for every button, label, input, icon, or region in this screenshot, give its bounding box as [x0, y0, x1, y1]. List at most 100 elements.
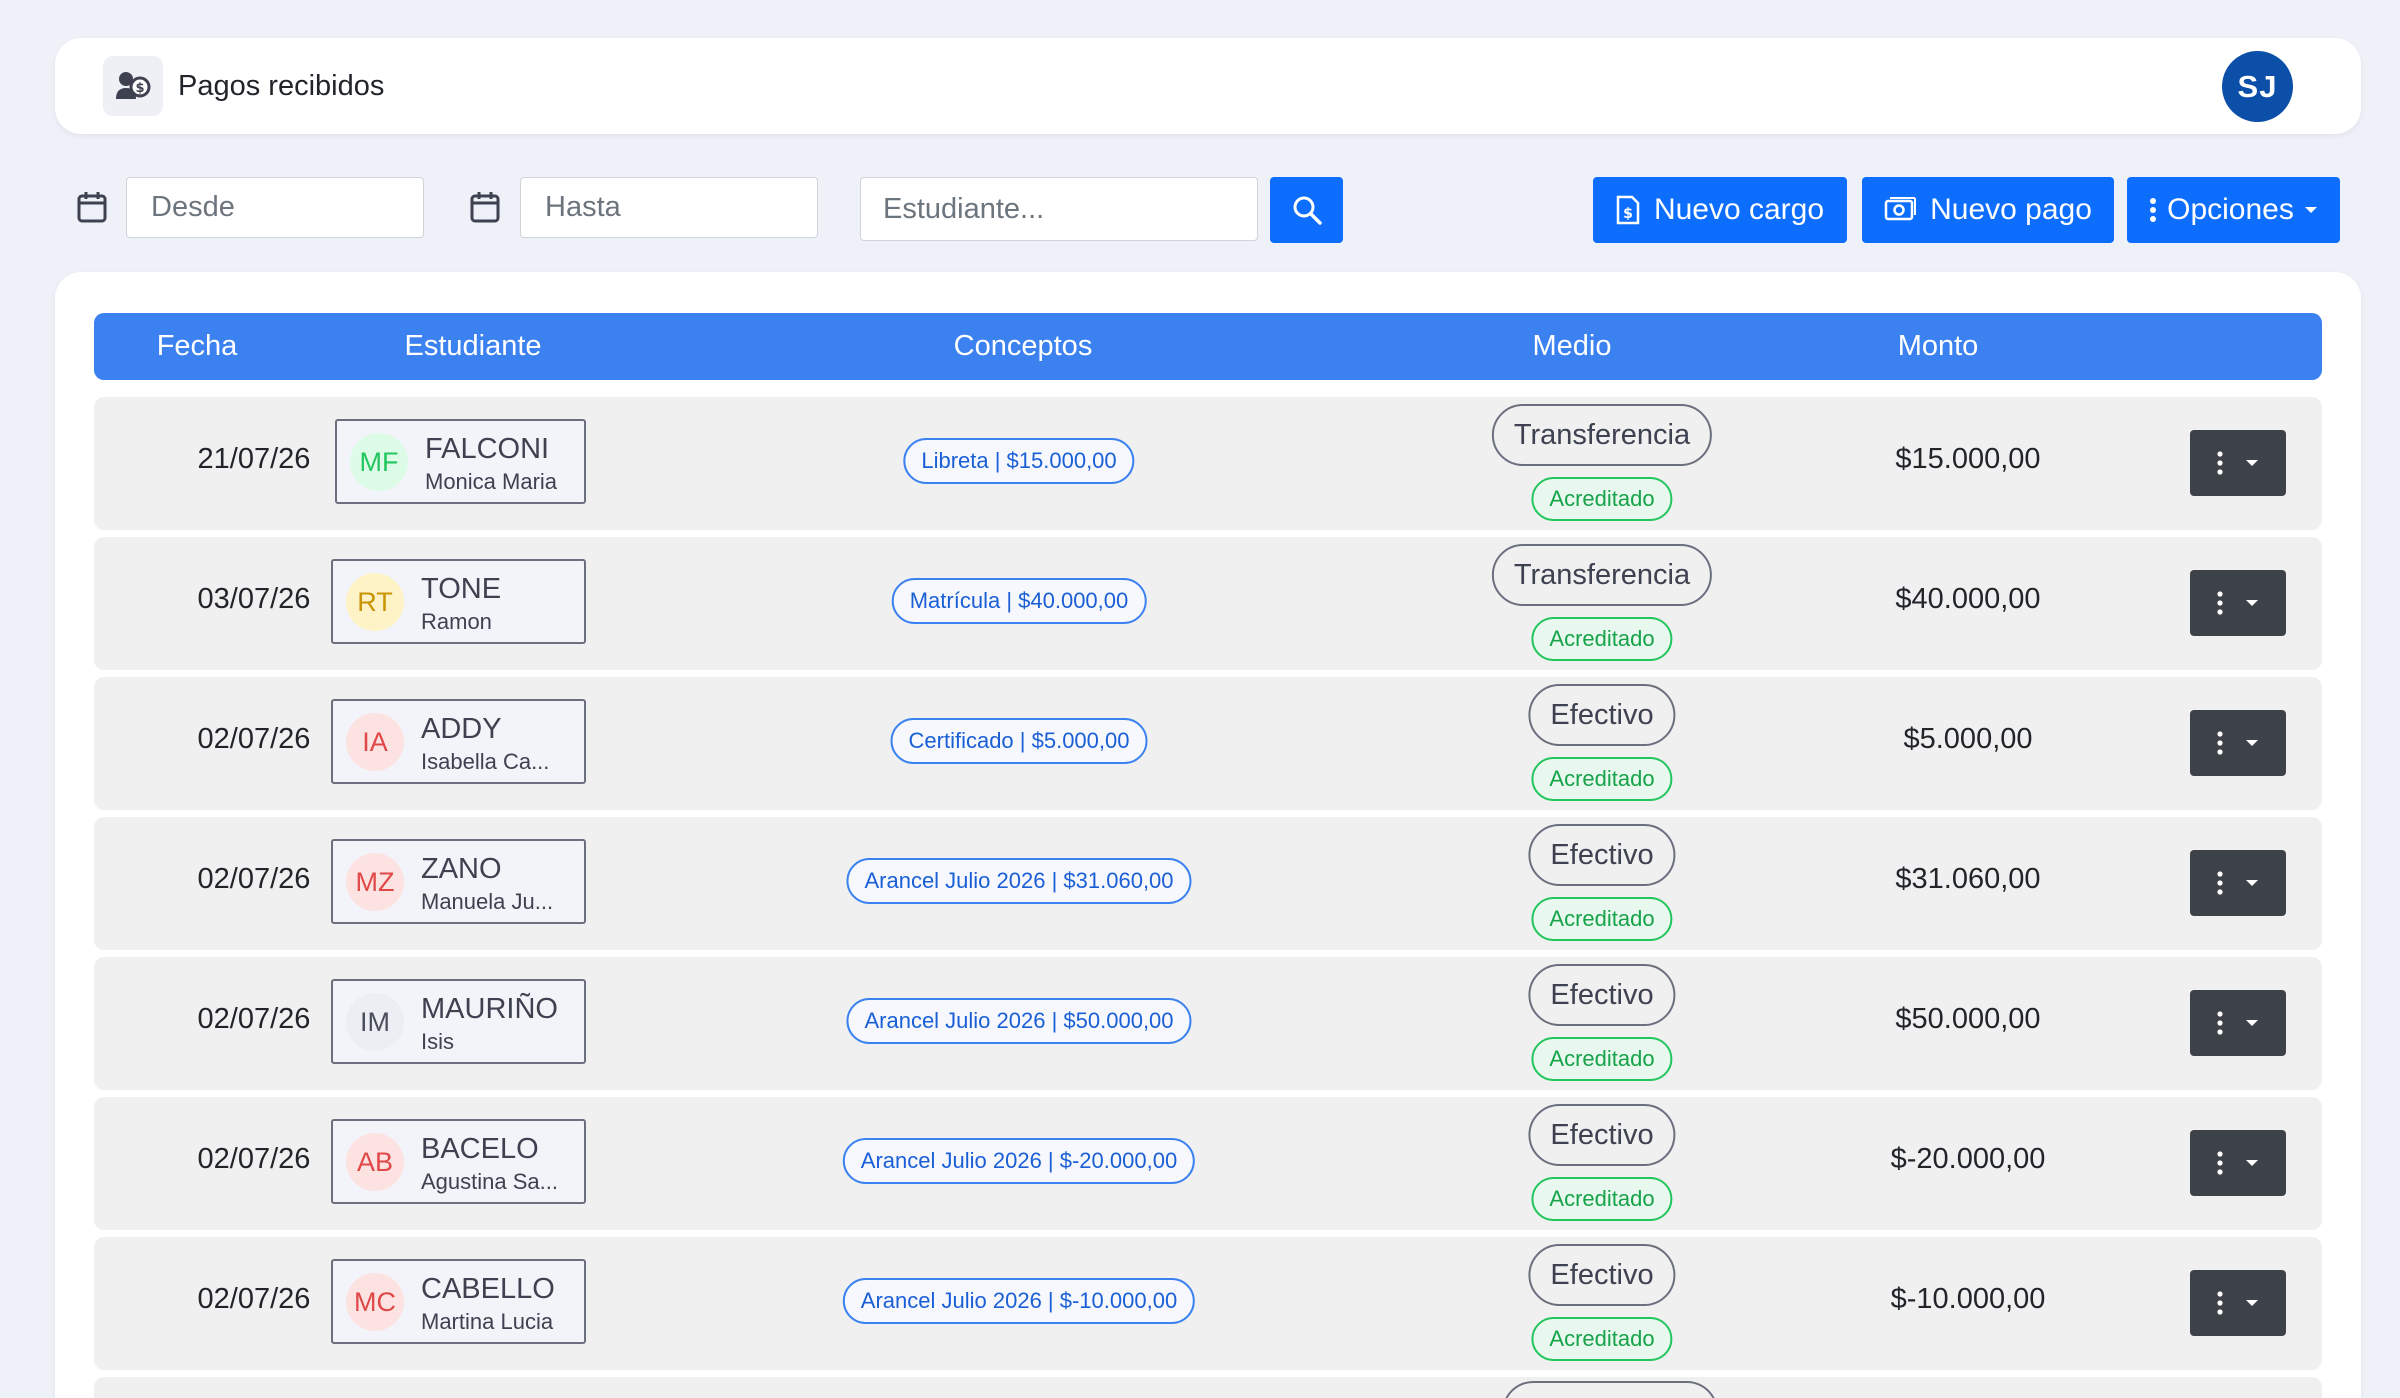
status-badge: Acreditado — [1531, 1177, 1673, 1221]
vertical-dots-icon — [2150, 198, 2157, 222]
page-title: Pagos recibidos — [178, 70, 385, 102]
row-actions-button[interactable] — [2190, 1130, 2286, 1196]
caret-down-icon — [2246, 1019, 2258, 1026]
student-first-name: Ramon — [421, 609, 492, 634]
student-first-name: Isis — [421, 1029, 454, 1054]
concept-badge[interactable]: Certificado | $5.000,00 — [890, 718, 1148, 764]
student-chip[interactable]: AB BACELO Agustina Sa... — [331, 1119, 586, 1204]
column-header-medio[interactable]: Medio — [1533, 313, 1612, 380]
caret-down-icon — [2246, 739, 2258, 746]
calendar-icon — [77, 192, 107, 223]
student-chip[interactable]: RT TONE Ramon — [331, 559, 586, 644]
student-last-name: FALCONI — [425, 433, 550, 465]
table-row[interactable]: 02/07/26 AB BACELO Agustina Sa... Arance… — [94, 1097, 2322, 1230]
new-charge-label: Nuevo cargo — [1653, 193, 1825, 226]
concept-badge[interactable]: Arancel Julio 2026 | $-10.000,00 — [842, 1278, 1196, 1324]
row-actions-button[interactable] — [2190, 850, 2286, 916]
caret-down-icon — [2246, 459, 2258, 466]
header-bar: $ Pagos recibidos SJ — [55, 38, 2361, 134]
svg-text:$: $ — [1623, 206, 1633, 222]
student-initials: IA — [346, 713, 404, 771]
payment-date: 02/07/26 — [197, 1283, 311, 1315]
concept-badge[interactable]: Matrícula | $40.000,00 — [891, 578, 1147, 624]
student-last-name: BACELO — [421, 1133, 539, 1165]
caret-down-icon — [2246, 599, 2258, 606]
student-chip[interactable]: IM MAURIÑO Isis — [331, 979, 586, 1064]
row-actions-button[interactable] — [2190, 430, 2286, 496]
table-row[interactable]: 02/07/26 IM MAURIÑO Isis Arancel Julio 2… — [94, 957, 2322, 1090]
user-avatar[interactable]: SJ — [2222, 51, 2293, 122]
date-from-input[interactable] — [126, 177, 424, 238]
student-chip[interactable]: MZ ZANO Manuela Ju... — [331, 839, 586, 924]
table-row[interactable]: 02/07/26 MZ ZANO Manuela Ju... Arancel J… — [94, 817, 2322, 950]
caret-down-icon — [2304, 207, 2317, 213]
student-initials: IM — [346, 993, 404, 1051]
payment-method-badge — [1502, 1381, 1718, 1398]
concept-badge[interactable]: Arancel Julio 2026 | $-20.000,00 — [842, 1138, 1196, 1184]
payment-method-badge: Efectivo — [1528, 684, 1676, 746]
caret-down-icon — [2246, 879, 2258, 886]
new-payment-button[interactable]: Nuevo pago — [1862, 177, 2114, 243]
student-chip[interactable]: IA ADDY Isabella Ca... — [331, 699, 586, 784]
svg-text:$: $ — [135, 81, 144, 96]
concept-badge[interactable]: Libreta | $15.000,00 — [903, 438, 1135, 484]
payment-amount: $40.000,00 — [1895, 583, 2041, 615]
caret-down-icon — [2246, 1159, 2258, 1166]
row-actions-button[interactable] — [2190, 990, 2286, 1056]
status-badge: Acreditado — [1531, 757, 1673, 801]
student-last-name: MAURIÑO — [421, 993, 558, 1025]
payment-method-badge: Efectivo — [1528, 964, 1676, 1026]
status-badge: Acreditado — [1531, 1037, 1673, 1081]
student-first-name: Martina Lucia — [421, 1309, 554, 1334]
column-header-fecha[interactable]: Fecha — [157, 313, 238, 380]
table-header: Fecha Estudiante Conceptos Medio Monto — [94, 313, 2322, 380]
invoice-icon: $ — [1616, 195, 1640, 225]
new-charge-button[interactable]: $ Nuevo cargo — [1593, 177, 1847, 243]
vertical-dots-icon — [2217, 731, 2223, 755]
column-header-estudiante[interactable]: Estudiante — [404, 313, 541, 380]
caret-down-icon — [2246, 1299, 2258, 1306]
options-dropdown-button[interactable]: Opciones — [2127, 177, 2340, 243]
row-actions-button[interactable] — [2190, 710, 2286, 776]
payment-date: 02/07/26 — [197, 1003, 311, 1035]
student-initials: MZ — [346, 853, 404, 911]
payment-amount: $50.000,00 — [1895, 1003, 2041, 1035]
payment-method-badge: Efectivo — [1528, 1104, 1676, 1166]
concept-badge[interactable]: Arancel Julio 2026 | $50.000,00 — [846, 998, 1192, 1044]
vertical-dots-icon — [2217, 1151, 2223, 1175]
student-chip[interactable]: MF FALCONI Monica Maria — [335, 419, 586, 504]
payment-date: 02/07/26 — [197, 723, 311, 755]
payments-table-card: Fecha Estudiante Conceptos Medio Monto 2… — [55, 272, 2361, 1398]
row-actions-button[interactable] — [2190, 570, 2286, 636]
concept-badge[interactable]: Arancel Julio 2026 | $31.060,00 — [846, 858, 1192, 904]
search-icon — [1293, 196, 1322, 225]
payments-icon: $ — [103, 56, 163, 116]
new-payment-label: Nuevo pago — [1930, 193, 2092, 226]
student-search-input[interactable] — [860, 177, 1258, 241]
column-header-monto[interactable]: Monto — [1898, 313, 1979, 380]
status-badge: Acreditado — [1531, 477, 1673, 521]
vertical-dots-icon — [2217, 451, 2223, 475]
payment-date: 02/07/26 — [197, 863, 311, 895]
table-row[interactable]: 02/07/26 MC CABELLO Martina Lucia Arance… — [94, 1237, 2322, 1370]
payment-method-badge: Efectivo — [1528, 1244, 1676, 1306]
payment-amount: $5.000,00 — [1903, 723, 2033, 755]
column-header-conceptos[interactable]: Conceptos — [954, 313, 1093, 380]
table-row[interactable] — [94, 1377, 2322, 1398]
vertical-dots-icon — [2217, 871, 2223, 895]
table-row[interactable]: 02/07/26 IA ADDY Isabella Ca... Certific… — [94, 677, 2322, 810]
search-button[interactable] — [1270, 177, 1343, 243]
date-to-input[interactable] — [520, 177, 818, 238]
student-first-name: Monica Maria — [425, 469, 558, 494]
student-initials: MC — [346, 1273, 404, 1331]
status-badge: Acreditado — [1531, 617, 1673, 661]
table-row[interactable]: 03/07/26 RT TONE Ramon Matrícula | $40.0… — [94, 537, 2322, 670]
payment-amount: $15.000,00 — [1895, 443, 2041, 475]
status-badge: Acreditado — [1531, 897, 1673, 941]
row-actions-button[interactable] — [2190, 1270, 2286, 1336]
student-chip[interactable]: MC CABELLO Martina Lucia — [331, 1259, 586, 1344]
table-row[interactable]: 21/07/26 MF FALCONI Monica Maria Libreta… — [94, 397, 2322, 530]
vertical-dots-icon — [2217, 1011, 2223, 1035]
payment-method-badge: Transferencia — [1491, 404, 1713, 466]
student-last-name: CABELLO — [421, 1273, 555, 1305]
